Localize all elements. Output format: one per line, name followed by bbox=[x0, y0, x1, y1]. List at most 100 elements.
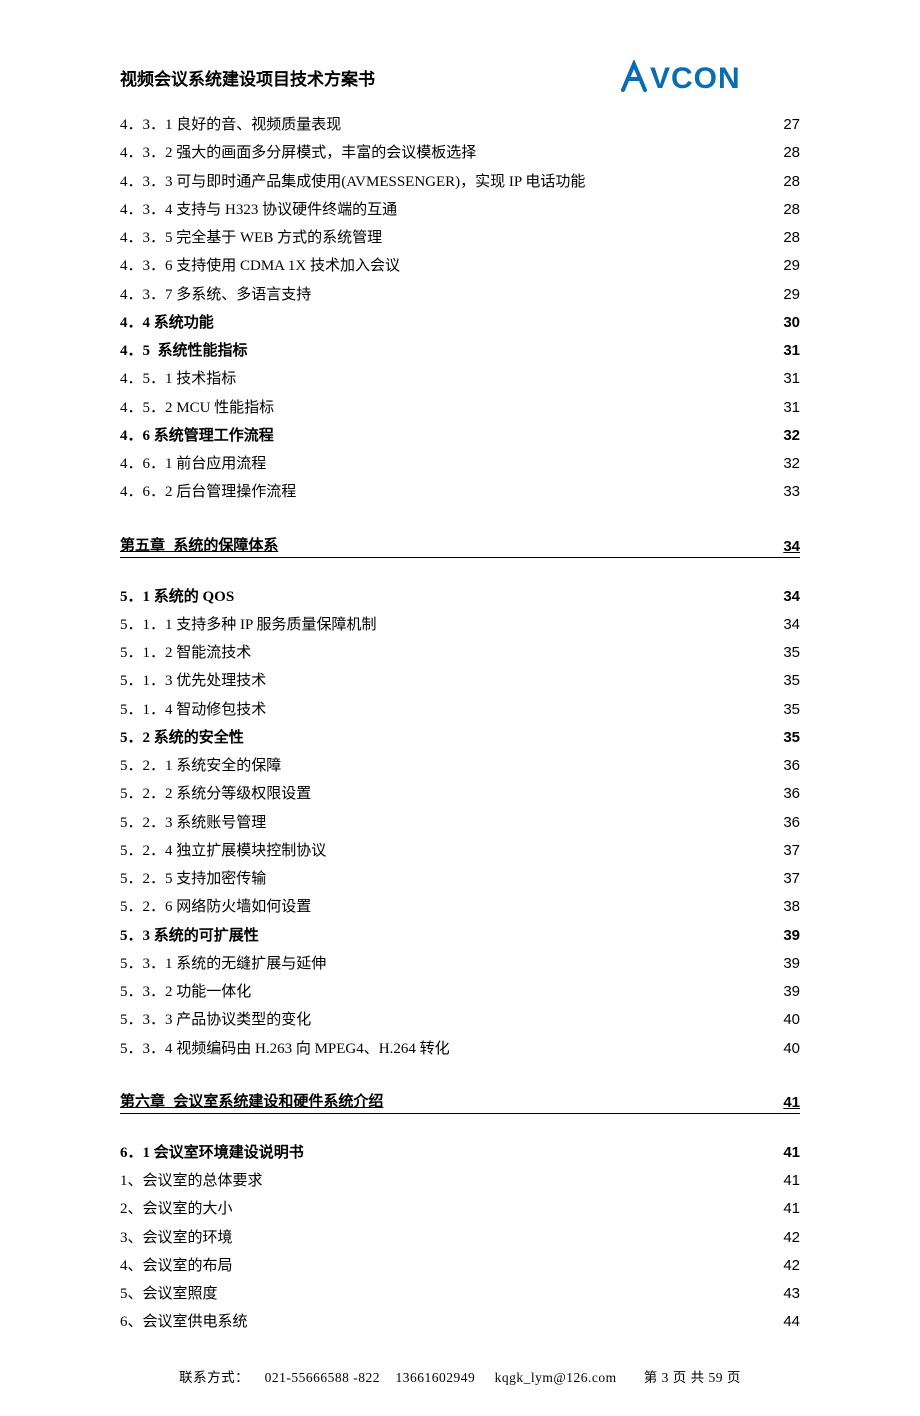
toc-label: 5．1．3 优先处理技术 bbox=[120, 668, 266, 694]
toc-page-number: 44 bbox=[783, 1309, 800, 1335]
chapter-page: 34 bbox=[783, 538, 800, 555]
toc-row: 6．1 会议室环境建设说明书41 bbox=[120, 1140, 800, 1166]
toc-page-number: 42 bbox=[783, 1225, 800, 1251]
toc-row: 4．3．4 支持与 H323 协议硬件终端的互通 28 bbox=[120, 197, 800, 223]
toc-row: 5．1．4 智动修包技术35 bbox=[120, 697, 800, 723]
toc-label: 5．3．1 系统的无缝扩展与延伸 bbox=[120, 951, 326, 977]
toc-label: 5．2．3 系统账号管理 bbox=[120, 810, 266, 836]
logo-icon: VCON bbox=[620, 60, 800, 94]
toc-row: 4．5 系统性能指标 31 bbox=[120, 338, 800, 364]
toc-page-number: 35 bbox=[783, 640, 800, 666]
toc-label: 1、会议室的总体要求 bbox=[120, 1168, 263, 1194]
toc-label: 3、会议室的环境 bbox=[120, 1225, 233, 1251]
contact-label: 联系方式： bbox=[179, 1370, 249, 1385]
toc-label: 4．3．6 支持使用 CDMA 1X 技术加入会议 bbox=[120, 253, 400, 279]
toc-label: 4．4 系统功能 bbox=[120, 310, 214, 336]
toc-row: 5．1．2 智能流技术35 bbox=[120, 640, 800, 666]
toc-label: 6、会议室供电系统 bbox=[120, 1309, 248, 1335]
toc-page-number: 36 bbox=[783, 810, 800, 836]
toc-row: 2、会议室的大小 41 bbox=[120, 1196, 800, 1222]
toc-page-number: 41 bbox=[783, 1196, 800, 1222]
toc-label: 5．1．1 支持多种 IP 服务质量保障机制 bbox=[120, 612, 377, 638]
toc-page-number: 34 bbox=[783, 584, 800, 610]
toc-label: 4．3．2 强大的画面多分屏模式，丰富的会议模板选择 bbox=[120, 140, 476, 166]
toc-label: 4．5．1 技术指标 bbox=[120, 366, 236, 392]
toc-page-number: 41 bbox=[783, 1168, 800, 1194]
toc-section-1: 4．3．1 良好的音、视频质量表现274．3．2 强大的画面多分屏模式，丰富的会… bbox=[120, 112, 800, 506]
toc-label: 5．3．3 产品协议类型的变化 bbox=[120, 1007, 311, 1033]
toc-page-number: 32 bbox=[783, 451, 800, 477]
toc-label: 4．3．5 完全基于 WEB 方式的系统管理 bbox=[120, 225, 382, 251]
toc-page-number: 36 bbox=[783, 781, 800, 807]
toc-label: 4．5 系统性能指标 bbox=[120, 338, 248, 364]
toc-page-number: 42 bbox=[783, 1253, 800, 1279]
toc-label: 4．3．1 良好的音、视频质量表现 bbox=[120, 112, 341, 138]
toc-label: 5．1．4 智动修包技术 bbox=[120, 697, 266, 723]
toc-label: 5．1 系统的 QOS bbox=[120, 584, 234, 610]
chapter-6-heading: 第六章 会议室系统建设和硬件系统介绍 41 bbox=[120, 1090, 800, 1114]
toc-label: 4．3．3 可与即时通产品集成使用(AVMESSENGER)，实现 IP 电话功… bbox=[120, 169, 585, 195]
toc-page-number: 27 bbox=[783, 112, 800, 138]
toc-row: 5．3 系统的可扩展性39 bbox=[120, 923, 800, 949]
toc-row: 4．5．2 MCU 性能指标31 bbox=[120, 395, 800, 421]
toc-row: 5．3．1 系统的无缝扩展与延伸39 bbox=[120, 951, 800, 977]
toc-row: 6、会议室供电系统 44 bbox=[120, 1309, 800, 1335]
toc-label: 5．2 系统的安全性 bbox=[120, 725, 244, 751]
toc-page-number: 28 bbox=[783, 197, 800, 223]
toc-row: 4．6．1 前台应用流程 32 bbox=[120, 451, 800, 477]
toc-page-number: 37 bbox=[783, 866, 800, 892]
toc-label: 5．2．1 系统安全的保障 bbox=[120, 753, 281, 779]
toc-page-number: 38 bbox=[783, 894, 800, 920]
toc-row: 4．3．5 完全基于 WEB 方式的系统管理28 bbox=[120, 225, 800, 251]
toc-page-number: 31 bbox=[783, 366, 800, 392]
toc-row: 4．6．2 后台管理操作流程 33 bbox=[120, 479, 800, 505]
toc-row: 4．3．3 可与即时通产品集成使用(AVMESSENGER)，实现 IP 电话功… bbox=[120, 169, 800, 195]
toc-row: 5．3．4 视频编码由 H.263 向 MPEG4、H.264 转化 40 bbox=[120, 1036, 800, 1062]
toc-row: 4．3．2 强大的画面多分屏模式，丰富的会议模板选择28 bbox=[120, 140, 800, 166]
toc-page-number: 29 bbox=[783, 282, 800, 308]
footer-phone1: 021-55666588 -822 bbox=[265, 1370, 380, 1385]
toc-label: 4．6 系统管理工作流程 bbox=[120, 423, 274, 449]
toc-row: 4、会议室的布局 42 bbox=[120, 1253, 800, 1279]
toc-row: 5．2．6 网络防火墙如何设置 38 bbox=[120, 894, 800, 920]
toc-label: 5．2．2 系统分等级权限设置 bbox=[120, 781, 311, 807]
toc-label: 4．3．4 支持与 H323 协议硬件终端的互通 bbox=[120, 197, 397, 223]
svg-text:VCON: VCON bbox=[650, 62, 741, 94]
toc-row: 5．2 系统的安全性35 bbox=[120, 725, 800, 751]
toc-label: 5．2．6 网络防火墙如何设置 bbox=[120, 894, 311, 920]
toc-row: 5．2．4 独立扩展模块控制协议37 bbox=[120, 838, 800, 864]
toc-page-number: 33 bbox=[783, 479, 800, 505]
toc-page-number: 40 bbox=[783, 1036, 800, 1062]
footer-page-info: 第 3 页 共 59 页 bbox=[644, 1370, 741, 1385]
toc-page-number: 30 bbox=[783, 310, 800, 336]
toc-page-number: 43 bbox=[783, 1281, 800, 1307]
toc-label: 4、会议室的布局 bbox=[120, 1253, 233, 1279]
chapter-label: 第五章 系统的保障体系 bbox=[120, 534, 278, 555]
toc-label: 4．6．2 后台管理操作流程 bbox=[120, 479, 296, 505]
chapter-5-heading: 第五章 系统的保障体系 34 bbox=[120, 534, 800, 558]
toc-row: 5．3．3 产品协议类型的变化40 bbox=[120, 1007, 800, 1033]
toc-row: 4．5．1 技术指标 31 bbox=[120, 366, 800, 392]
toc-row: 4．4 系统功能 30 bbox=[120, 310, 800, 336]
toc-label: 5．2．5 支持加密传输 bbox=[120, 866, 266, 892]
toc-label: 2、会议室的大小 bbox=[120, 1196, 233, 1222]
chapter-label: 第六章 会议室系统建设和硬件系统介绍 bbox=[120, 1090, 383, 1111]
toc-row: 1、会议室的总体要求 41 bbox=[120, 1168, 800, 1194]
toc-page-number: 31 bbox=[783, 338, 800, 364]
toc-page-number: 32 bbox=[783, 423, 800, 449]
toc-row: 5．1 系统的 QOS 34 bbox=[120, 584, 800, 610]
toc-page-number: 39 bbox=[783, 979, 800, 1005]
chapter-page: 41 bbox=[783, 1094, 800, 1111]
toc-row: 5．3．2 功能一体化39 bbox=[120, 979, 800, 1005]
document-page: 视频会议系统建设项目技术方案书 VCON 4．3．1 良好的音、视频质量表现27… bbox=[0, 60, 920, 1386]
toc-page-number: 37 bbox=[783, 838, 800, 864]
toc-page-number: 39 bbox=[783, 923, 800, 949]
toc-label: 5．3．4 视频编码由 H.263 向 MPEG4、H.264 转化 bbox=[120, 1036, 450, 1062]
toc-row: 5．2．1 系统安全的保障36 bbox=[120, 753, 800, 779]
toc-row: 4．6 系统管理工作流程 32 bbox=[120, 423, 800, 449]
toc-row: 4．3．1 良好的音、视频质量表现 27 bbox=[120, 112, 800, 138]
toc-row: 4．3．6 支持使用 CDMA 1X 技术加入会议29 bbox=[120, 253, 800, 279]
footer-phone2: 13661602949 bbox=[395, 1370, 475, 1385]
toc-label: 4．5．2 MCU 性能指标 bbox=[120, 395, 274, 421]
toc-label: 4．6．1 前台应用流程 bbox=[120, 451, 266, 477]
